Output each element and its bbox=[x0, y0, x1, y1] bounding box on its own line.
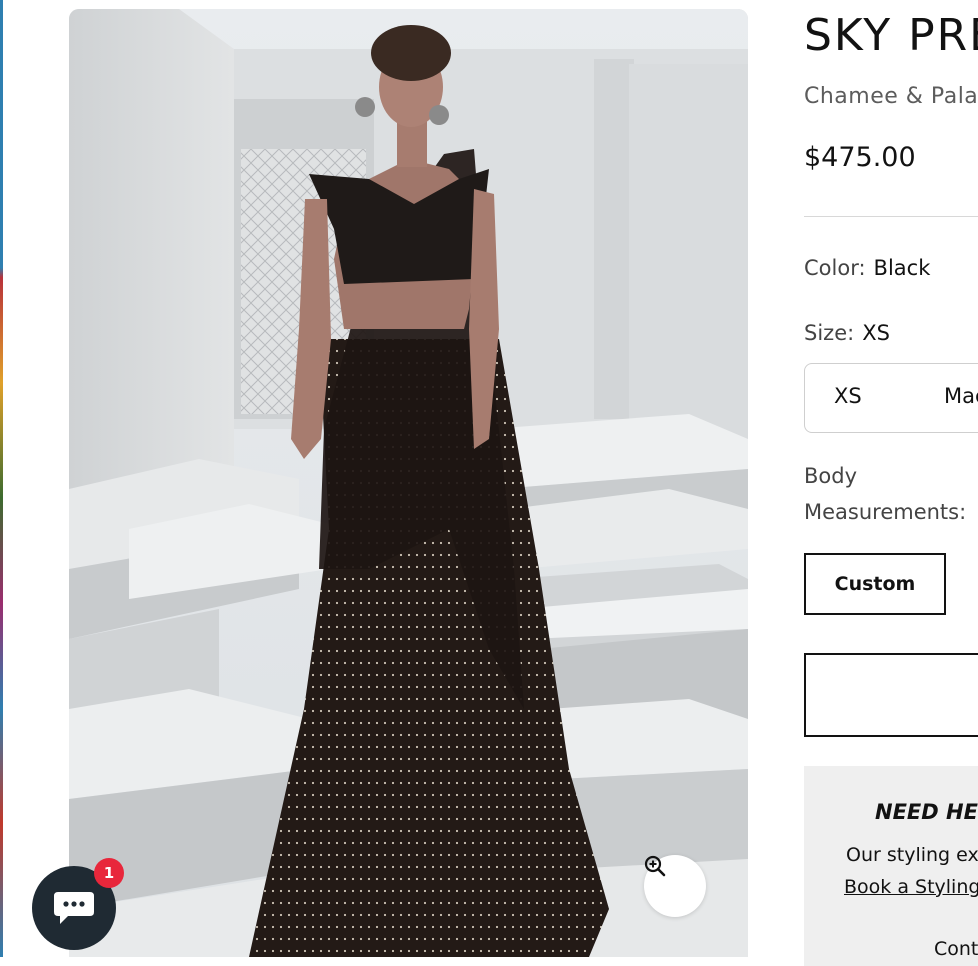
product-photo bbox=[69, 9, 748, 957]
help-text: Our styling ex bbox=[846, 844, 978, 866]
body-label-line1: Body bbox=[804, 464, 858, 488]
body-label-line2: Measurements: bbox=[804, 500, 967, 524]
help-title: NEED HEL bbox=[875, 800, 978, 824]
size-option: Size: XS bbox=[804, 321, 890, 345]
custom-measurements-button[interactable]: Custom bbox=[804, 553, 946, 615]
add-to-cart-button[interactable] bbox=[804, 653, 978, 737]
help-panel: NEED HEL Our styling ex Book a Styling C… bbox=[804, 766, 978, 966]
color-value: Black bbox=[873, 256, 931, 280]
info-divider bbox=[804, 216, 978, 217]
size-choice-xs[interactable]: XS bbox=[834, 384, 862, 408]
size-label: Size: bbox=[804, 321, 855, 345]
chat-bubble-icon bbox=[54, 892, 94, 924]
product-vendor: Chamee & Palak bbox=[804, 84, 978, 109]
product-title: SKY PRE bbox=[804, 10, 978, 61]
color-option: Color: Black bbox=[804, 256, 930, 280]
product-price: $475.00 bbox=[804, 142, 916, 173]
body-measurements-label: Body Measurements: bbox=[804, 458, 978, 530]
size-choice-made-to-measure[interactable]: Mac bbox=[944, 384, 978, 408]
product-image[interactable] bbox=[69, 9, 748, 957]
zoom-button[interactable] bbox=[644, 855, 706, 917]
size-selector[interactable]: XS Mac bbox=[804, 363, 978, 433]
book-styling-link[interactable]: Book a Styling bbox=[844, 876, 978, 898]
color-label: Color: bbox=[804, 256, 866, 280]
chat-notification-badge: 1 bbox=[94, 858, 124, 888]
left-edge-strip bbox=[0, 0, 3, 957]
size-value: XS bbox=[862, 321, 890, 345]
zoom-in-icon bbox=[644, 855, 666, 877]
